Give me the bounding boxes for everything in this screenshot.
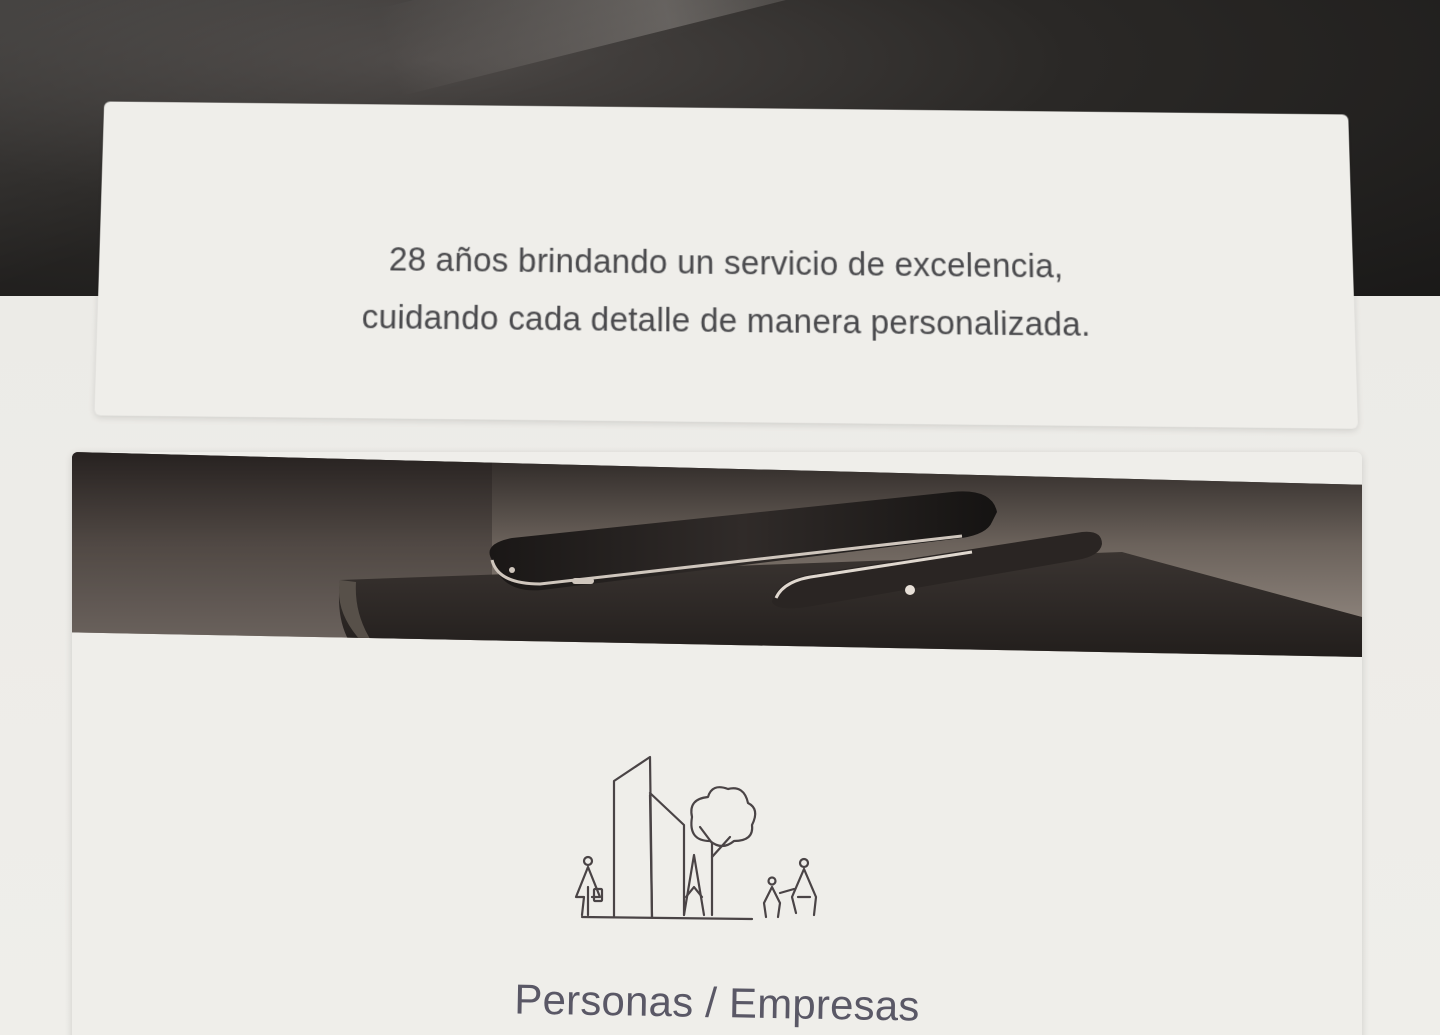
service-card-personas-empresas[interactable]: Personas / Empresas: [72, 452, 1362, 1035]
tagline-text: 28 años brindando un servicio de excelen…: [97, 227, 1356, 356]
banner-image: [72, 452, 1362, 657]
tagline-card: 28 años brindando un servicio de excelen…: [94, 102, 1358, 429]
phone-pen-notebook-photo: [72, 452, 1362, 657]
city-people-icon: [562, 747, 832, 927]
tagline-line-2: cuidando cada detalle de manera personal…: [97, 285, 1356, 356]
light-streak: [377, 0, 942, 96]
service-title[interactable]: Personas / Empresas: [72, 968, 1362, 1035]
